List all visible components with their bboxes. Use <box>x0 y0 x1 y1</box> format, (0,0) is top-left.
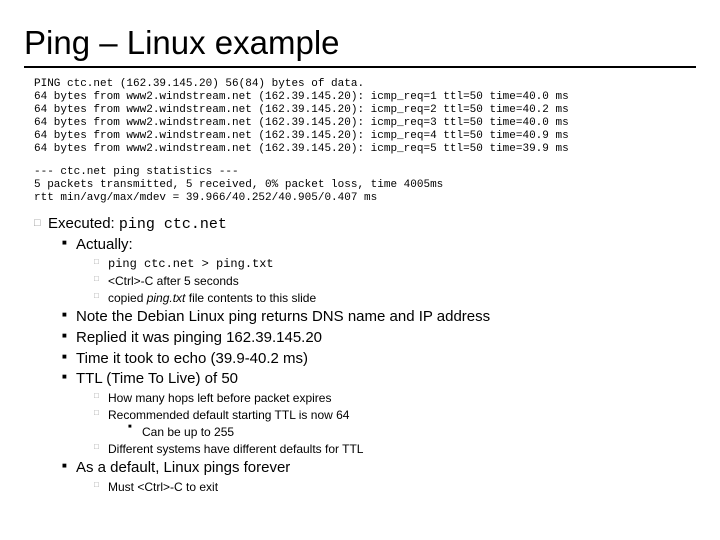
note-text: Replied it was pinging 162.39.145.20 <box>76 329 322 348</box>
sub-text: ping ctc.net > ping.txt <box>108 257 274 272</box>
forever-bullet: ■ As a default, Linux pings forever <box>62 459 696 478</box>
executed-text: Executed: ping ctc.net <box>48 215 227 235</box>
note-text: TTL (Time To Live) of 50 <box>76 370 238 389</box>
note-text: Time it took to echo (39.9-40.2 ms) <box>76 350 308 369</box>
square-icon: ■ <box>62 372 76 382</box>
ttl-text: Different systems have different default… <box>108 442 363 457</box>
sub-bullet: □ <Ctrl>-C after 5 seconds <box>94 274 696 289</box>
square-icon: ■ <box>62 461 76 471</box>
page-title: Ping – Linux example <box>24 24 696 62</box>
note-bullet: ■ Replied it was pinging 162.39.145.20 <box>62 329 696 348</box>
note-text: Note the Debian Linux ping returns DNS n… <box>76 308 490 327</box>
actually-label: Actually: <box>76 236 133 255</box>
sub-text-c: file contents to this slide <box>185 291 316 305</box>
bullet-actually: ■ Actually: <box>62 236 696 255</box>
forever-sub-text: Must <Ctrl>-C to exit <box>108 480 218 495</box>
note-bullet: ■ TTL (Time To Live) of 50 <box>62 370 696 389</box>
square-open-icon: □ <box>94 442 108 452</box>
square-icon: ■ <box>62 331 76 341</box>
square-open-icon: □ <box>94 274 108 284</box>
square-open-icon: □ <box>94 291 108 301</box>
ttl-sub-bullet: ■ Can be up to 255 <box>128 425 696 440</box>
square-open-icon: □ <box>94 391 108 401</box>
executed-cmd: ping ctc.net <box>119 216 227 233</box>
ping-stats: --- ctc.net ping statistics --- 5 packet… <box>34 166 696 205</box>
square-open-icon: □ <box>94 480 108 490</box>
note-bullet: ■ Note the Debian Linux ping returns DNS… <box>62 308 696 327</box>
ttl-text: How many hops left before packet expires <box>108 391 331 406</box>
divider <box>24 66 696 68</box>
sub-text: <Ctrl>-C after 5 seconds <box>108 274 239 289</box>
note-bullet: ■ Time it took to echo (39.9-40.2 ms) <box>62 350 696 369</box>
sub-text-a: copied <box>108 291 147 305</box>
square-icon: ■ <box>128 424 142 432</box>
square-icon: ■ <box>62 238 76 248</box>
square-open-icon: □ <box>34 217 48 231</box>
sub-bullet: □ ping ctc.net > ping.txt <box>94 257 696 272</box>
ttl-bullet: □ Recommended default starting TTL is no… <box>94 408 696 423</box>
ttl-sub-text: Can be up to 255 <box>142 425 234 440</box>
sub-bullet: □ copied ping.txt file contents to this … <box>94 291 696 306</box>
ttl-bullet: □ How many hops left before packet expir… <box>94 391 696 406</box>
executed-label: Executed: <box>48 215 115 232</box>
bullet-executed: □ Executed: ping ctc.net <box>34 215 696 235</box>
ping-output: PING ctc.net (162.39.145.20) 56(84) byte… <box>34 78 696 156</box>
square-icon: ■ <box>62 352 76 362</box>
square-open-icon: □ <box>94 257 108 267</box>
forever-sub-bullet: □ Must <Ctrl>-C to exit <box>94 480 696 495</box>
forever-text: As a default, Linux pings forever <box>76 459 290 478</box>
square-open-icon: □ <box>94 408 108 418</box>
ttl-text: Recommended default starting TTL is now … <box>108 408 349 423</box>
ttl-bullet: □ Different systems have different defau… <box>94 442 696 457</box>
sub-text: copied ping.txt file contents to this sl… <box>108 291 316 306</box>
sub-text-b: ping.txt <box>147 291 186 305</box>
square-icon: ■ <box>62 310 76 320</box>
